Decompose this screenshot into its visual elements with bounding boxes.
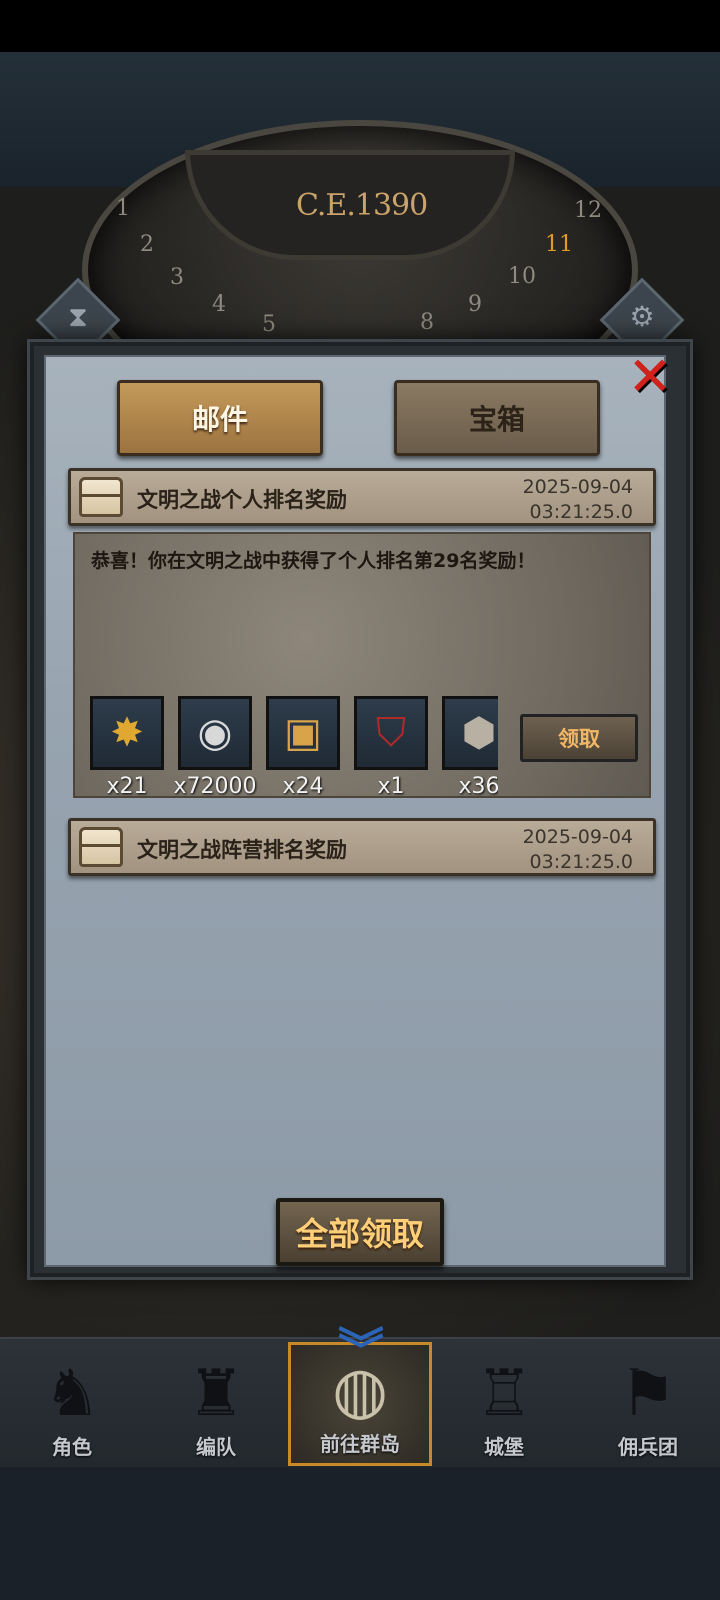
nav-item-formation[interactable]: ♜ 编队 (144, 1342, 288, 1466)
nav-label: 城堡 (484, 1435, 524, 1459)
mail-timestamp: 2025-09-04 03:21:25.0 (473, 475, 633, 525)
tab-mail[interactable]: 邮件 (117, 380, 323, 456)
nav-label: 前往群岛 (320, 1432, 400, 1456)
dial-number: 10 (508, 264, 536, 289)
dial-number: 5 (262, 312, 276, 337)
close-icon[interactable]: ✕ (622, 350, 678, 406)
reward-count: x24 (282, 774, 324, 799)
silver-coin-icon[interactable]: ◉ (178, 696, 252, 770)
armored-unit-icon: ♜ (187, 1357, 245, 1431)
knight-helmet-icon: ♞ (43, 1357, 101, 1431)
mail-timestamp: 2025-09-04 03:21:25.0 (473, 825, 633, 875)
tab-chest[interactable]: 宝箱 (394, 380, 600, 456)
nav-item-mercenary[interactable]: ⚑ 佣兵团 (576, 1342, 720, 1466)
castle-icon: ♖ (475, 1357, 533, 1431)
nav-label: 编队 (196, 1435, 236, 1459)
stone-ore-icon[interactable]: ⬢ (442, 696, 498, 770)
reward-count: x1 (377, 774, 405, 799)
mail-date: 2025-09-04 (522, 476, 633, 498)
dial-number: 8 (420, 310, 434, 335)
mail-item-header[interactable]: 文明之战阵营排名奖励 2025-09-04 03:21:25.0 (68, 818, 656, 876)
mail-time: 03:21:25.0 (529, 851, 633, 873)
mail-message: 恭喜！你在文明之战中获得了个人排名第29名奖励！ (91, 550, 536, 572)
nav-label: 角色 (52, 1435, 92, 1459)
mail-title: 文明之战阵营排名奖励 (137, 838, 347, 862)
dial-number: 4 (212, 292, 226, 317)
year-label: C.E.1390 (296, 188, 428, 223)
compass-star-icon[interactable]: ✸ (90, 696, 164, 770)
nav-item-character[interactable]: ♞ 角色 (0, 1342, 144, 1466)
dial-number-highlight: 11 (545, 232, 573, 257)
chevron-down-icon: ︾ (338, 1323, 384, 1377)
shield-banner-icon[interactable]: ⛉ (354, 696, 428, 770)
claim-button[interactable]: 领取 (520, 714, 638, 762)
nav-label: 佣兵团 (618, 1435, 678, 1459)
chest-icon (79, 477, 123, 517)
claim-all-button[interactable]: 全部领取 (276, 1198, 444, 1266)
chest-icon (79, 827, 123, 867)
treasure-chest-icon[interactable]: ▣ (266, 696, 340, 770)
reward-count: x21 (106, 774, 148, 799)
mercenary-flag-icon: ⚑ (619, 1357, 677, 1431)
reward-count: x72000 (173, 774, 257, 799)
reward-list: ✸ x21 ◉ x72000 ▣ x24 ⛉ x1 ⬢ x36 (88, 690, 498, 810)
dial-number: 3 (170, 265, 184, 290)
hourglass-icon: ⧗ (68, 300, 88, 333)
mail-title: 文明之战个人排名奖励 (137, 488, 347, 512)
dial-number: 9 (468, 292, 482, 317)
nav-item-castle[interactable]: ♖ 城堡 (432, 1342, 576, 1466)
bottom-background (0, 1467, 720, 1600)
mail-date: 2025-09-04 (522, 826, 633, 848)
mail-time: 03:21:25.0 (529, 501, 633, 523)
dial-number: 2 (140, 232, 154, 257)
gear-icon: ⚙ (629, 300, 655, 333)
mail-item-header[interactable]: 文明之战个人排名奖励 2025-09-04 03:21:25.0 (68, 468, 656, 526)
dial-number: 1 (116, 196, 130, 221)
reward-count: x36 (458, 774, 498, 799)
dial-number: 12 (574, 198, 602, 223)
status-bar (0, 0, 720, 52)
